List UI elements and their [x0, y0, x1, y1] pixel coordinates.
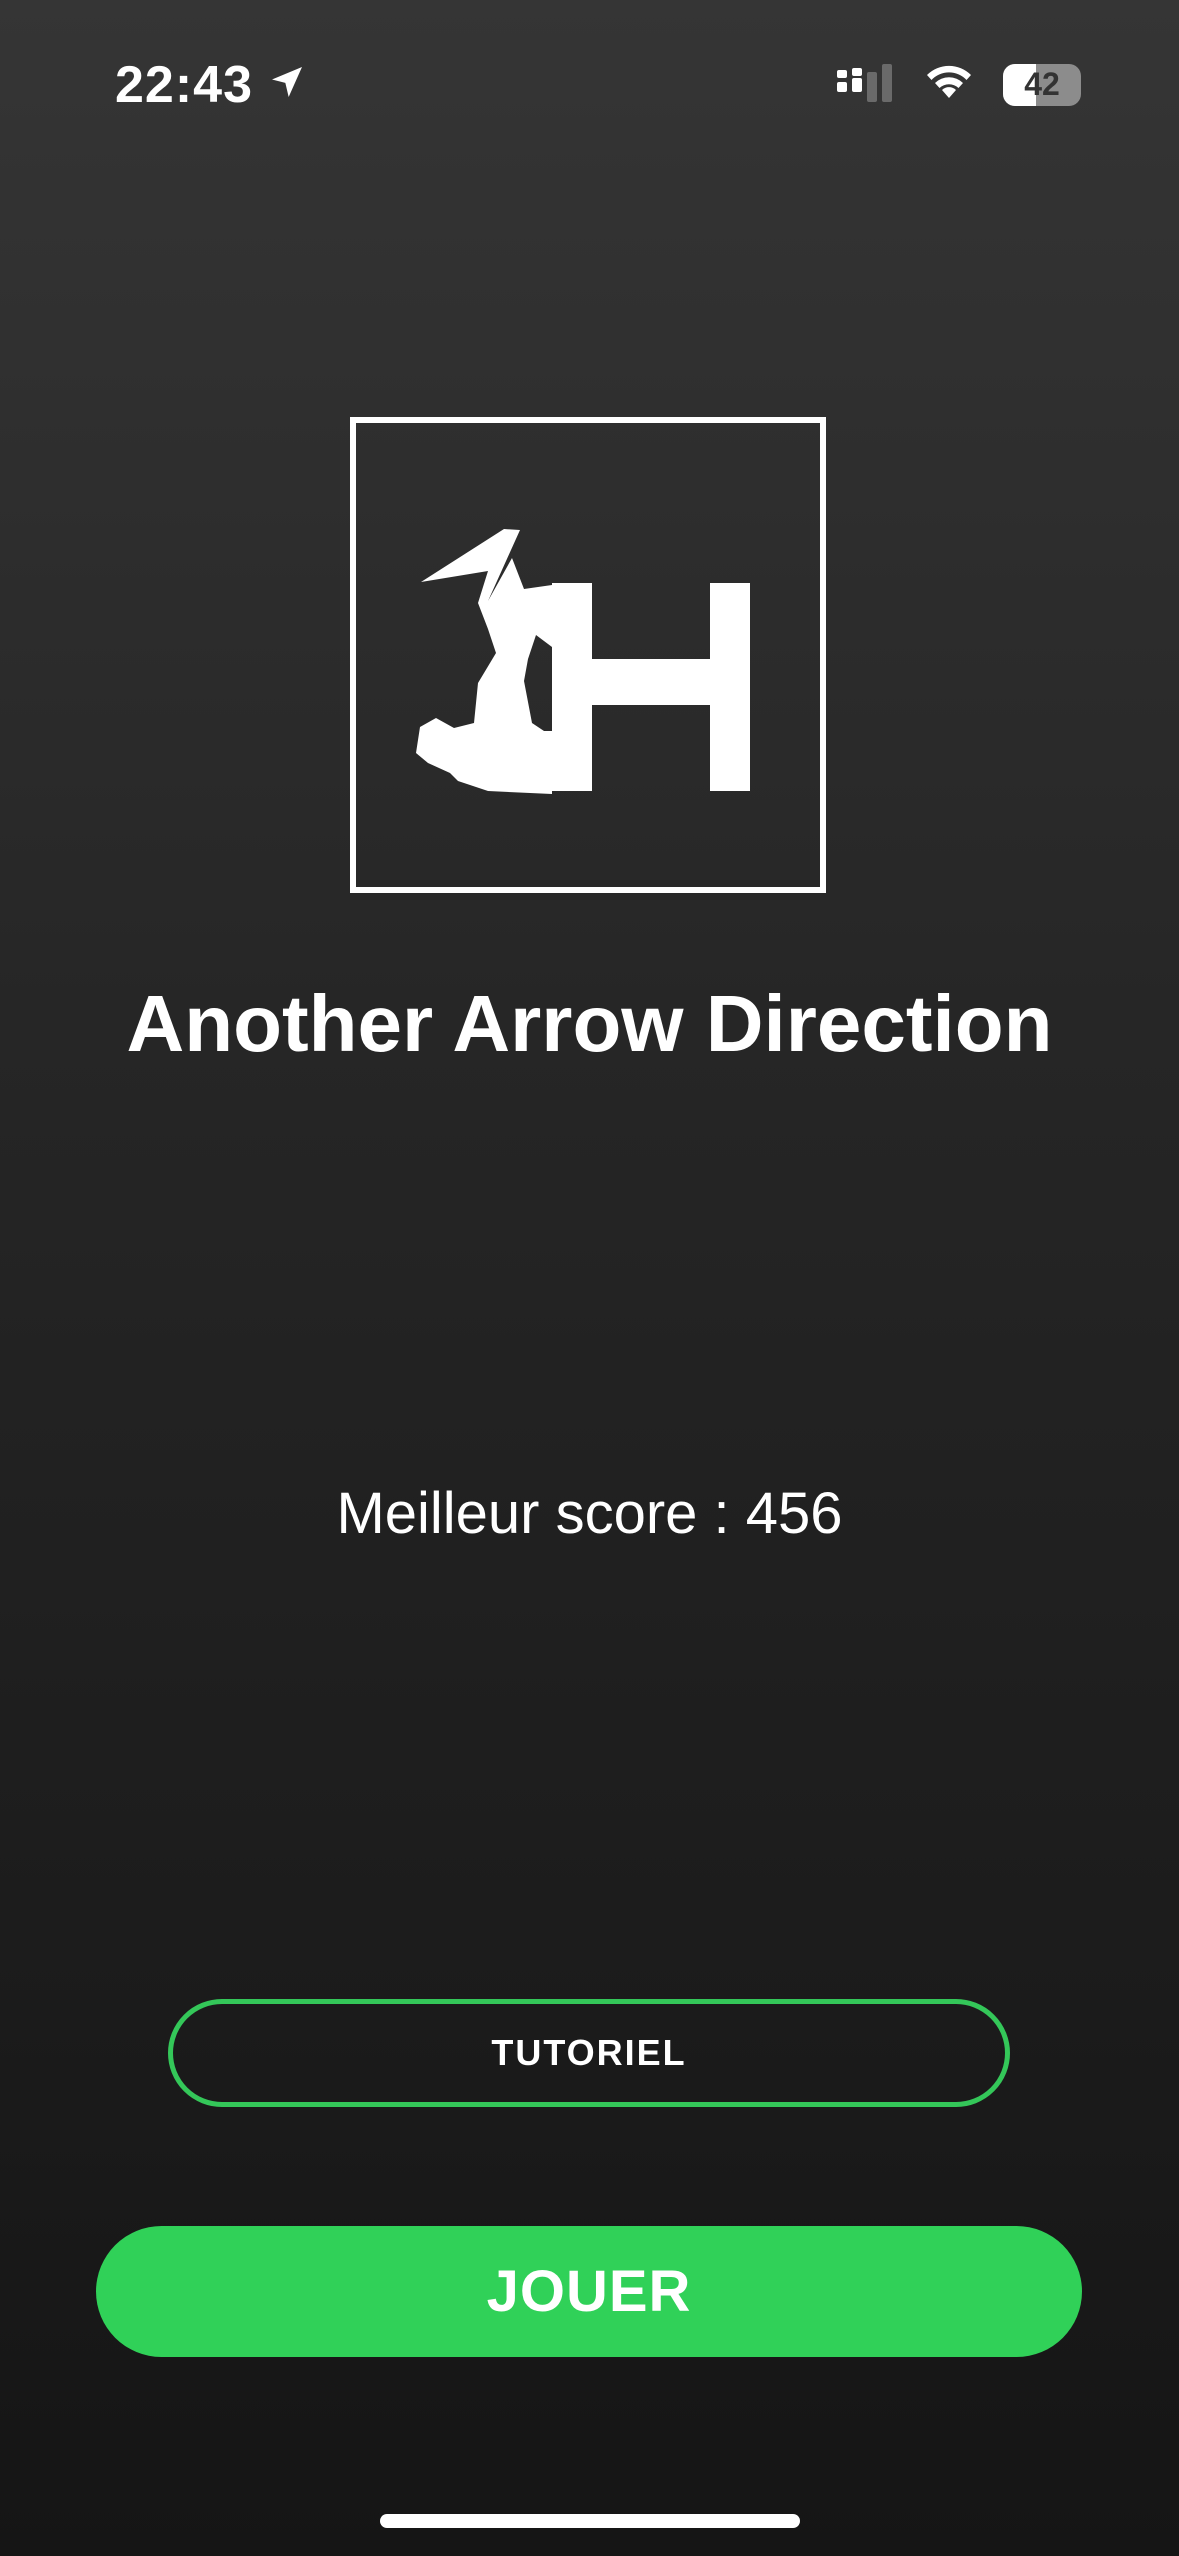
cellular-signal-icon — [835, 62, 895, 107]
app-logo — [350, 417, 826, 893]
app-title: Another Arrow Direction — [126, 979, 1053, 1068]
play-button[interactable]: JOUER — [96, 2226, 1082, 2357]
location-arrow-icon — [267, 55, 307, 115]
status-time: 22:43 — [115, 56, 253, 114]
status-bar-left: 22:43 — [115, 55, 307, 115]
home-indicator[interactable] — [380, 2514, 800, 2528]
tutorial-button[interactable]: TUTORIEL — [168, 1999, 1010, 2107]
battery-body: 42 — [1003, 63, 1081, 106]
wifi-icon — [923, 62, 975, 107]
battery-level: 42 — [1024, 66, 1060, 102]
best-score-text: Meilleur score : 456 — [336, 1481, 843, 1546]
status-bar-right: 42 — [835, 62, 1081, 107]
app-screen: 22:43 42 Another Arrow Direction Meilleu… — [0, 0, 1179, 2556]
battery-icon: 42 — [1003, 63, 1081, 106]
